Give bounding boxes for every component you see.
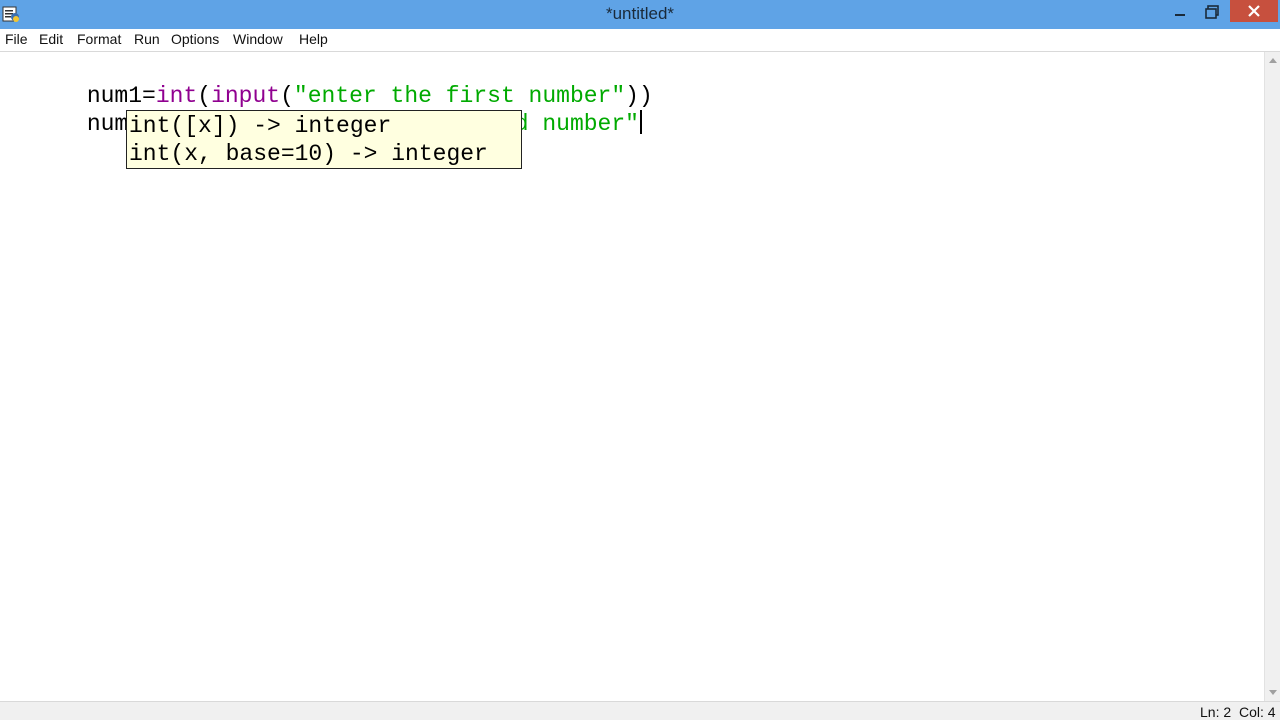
idle-editor-window: *untitled* File Edit Format Run Options … — [0, 0, 1280, 720]
calltip-tooltip: int([x]) -> integer int(x, base=10) -> i… — [126, 110, 522, 169]
chevron-up-icon — [1269, 58, 1277, 63]
menu-run[interactable]: Run — [133, 31, 161, 47]
vertical-scrollbar[interactable] — [1264, 52, 1280, 701]
menu-file[interactable]: File — [4, 31, 29, 47]
menu-window[interactable]: Window — [232, 31, 284, 47]
status-column-number: Col: 4 — [1239, 704, 1276, 720]
window-title: *untitled* — [605, 4, 675, 23]
scroll-down-button[interactable] — [1265, 685, 1280, 701]
restore-button[interactable] — [1198, 0, 1226, 24]
title-bar[interactable]: *untitled* — [0, 0, 1280, 29]
restore-icon — [1205, 5, 1219, 19]
code-line-1[interactable]: num1=int(input("enter the first number")… — [4, 54, 653, 109]
minimize-button[interactable] — [1166, 0, 1194, 24]
code-editor[interactable]: num1=int(input("enter the first number")… — [0, 52, 1264, 701]
chevron-down-icon — [1269, 690, 1277, 695]
status-line-number: Ln: 2 — [1200, 704, 1232, 720]
calltip-line: int([x]) -> integer — [129, 113, 392, 139]
text-caret — [639, 110, 642, 134]
menu-bar: File Edit Format Run Options Window Help — [0, 29, 1280, 52]
menu-edit[interactable]: Edit — [38, 31, 64, 47]
minimize-icon — [1175, 14, 1185, 16]
menu-format[interactable]: Format — [76, 31, 122, 47]
status-bar: Ln: 2 Col: 4 — [0, 701, 1280, 720]
code-line-2[interactable]: num2=int(input("enter the second number" — [4, 82, 642, 137]
scroll-up-button[interactable] — [1265, 52, 1280, 68]
close-icon — [1248, 5, 1260, 17]
close-button[interactable] — [1230, 0, 1278, 22]
menu-help[interactable]: Help — [298, 31, 329, 47]
calltip-line: int(x, base=10) -> integer — [129, 141, 488, 167]
menu-options[interactable]: Options — [170, 31, 220, 47]
